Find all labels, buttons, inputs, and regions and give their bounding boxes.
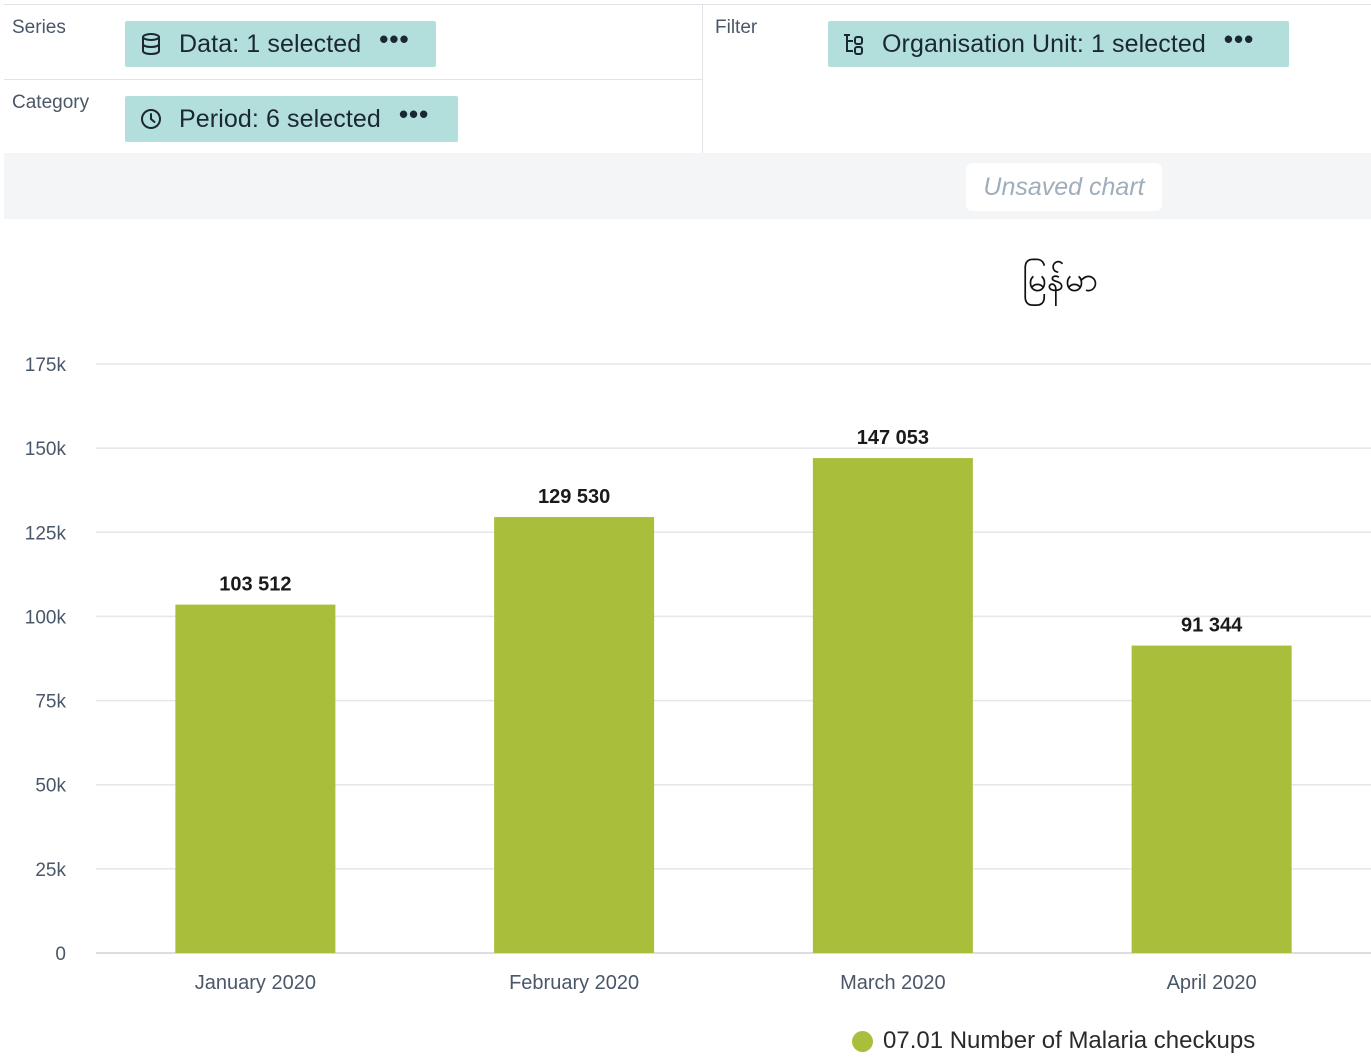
x-tick-label: March 2020 <box>840 972 946 994</box>
bar-value-label: 91 344 <box>1181 615 1243 637</box>
bar-value-label: 129 530 <box>538 486 610 508</box>
bar <box>812 458 973 953</box>
layout-right-column: Filter Organisation Unit: 1 selected ••• <box>703 5 1371 154</box>
y-tick-label: 25k <box>35 860 66 881</box>
org-unit-tree-icon <box>840 30 868 58</box>
bar-chart: 0 25k 50k 75k 100k 125k 150k 175k 103 512 January… <box>25 355 1371 994</box>
period-chip[interactable]: Period: 6 selected ••• <box>125 96 458 142</box>
category-axis-label: Category <box>12 92 90 113</box>
data-chip[interactable]: Data: 1 selected ••• <box>125 21 436 67</box>
y-tick-label: 100k <box>25 607 67 628</box>
database-icon <box>137 30 165 58</box>
period-chip-more-icon[interactable]: ••• <box>399 101 429 127</box>
bar-value-label: 103 512 <box>219 574 291 596</box>
y-tick-label: 150k <box>25 439 67 460</box>
bar <box>1131 645 1292 953</box>
period-chip-label: Period: 6 selected <box>179 104 381 133</box>
y-tick-label: 175k <box>25 355 67 376</box>
org-unit-chip-more-icon[interactable]: ••• <box>1224 26 1254 52</box>
category-axis[interactable]: Category Period: 6 selected ••• <box>4 80 702 154</box>
chart-legend[interactable]: 07.01 Number of Malaria checkups <box>852 1027 1255 1055</box>
chart-area: မြန်မာ 0 25k 50k 75k 100k 125k 150k 175k 103 512… <box>0 219 1371 1062</box>
x-tick-label: January 2020 <box>195 972 316 994</box>
x-tick-label: February 2020 <box>509 972 639 994</box>
legend-swatch <box>852 1030 873 1052</box>
org-unit-chip[interactable]: Organisation Unit: 1 selected ••• <box>828 21 1289 67</box>
data-chip-label: Data: 1 selected <box>179 29 362 58</box>
series-axis-label: Series <box>12 17 66 38</box>
x-tick-label: April 2020 <box>1167 972 1257 994</box>
unsaved-chart-badge: Unsaved chart <box>966 163 1162 211</box>
y-tick-label: 0 <box>55 944 66 965</box>
y-tick-label: 50k <box>35 776 66 797</box>
data-chip-more-icon[interactable]: ••• <box>379 26 409 52</box>
y-tick-label: 125k <box>25 523 67 544</box>
y-tick-label: 75k <box>35 692 66 713</box>
filter-axis-label: Filter <box>715 17 758 38</box>
layout-panel: Series Data: 1 selected ••• Category Per… <box>4 4 1371 154</box>
filter-axis[interactable]: Filter Organisation Unit: 1 selected ••• <box>703 5 1371 154</box>
bar-value-label: 147 053 <box>857 427 929 449</box>
layout-left-column: Series Data: 1 selected ••• Category Per… <box>4 5 703 154</box>
chart-app: Series Data: 1 selected ••• Category Per… <box>0 0 1371 1062</box>
bar <box>494 517 655 953</box>
bar <box>175 604 336 953</box>
clock-icon <box>137 105 165 133</box>
org-unit-chip-label: Organisation Unit: 1 selected <box>882 29 1206 58</box>
legend-label: 07.01 Number of Malaria checkups <box>883 1027 1256 1054</box>
series-axis[interactable]: Series Data: 1 selected ••• <box>4 5 702 80</box>
title-bar: Unsaved chart <box>4 153 1371 219</box>
